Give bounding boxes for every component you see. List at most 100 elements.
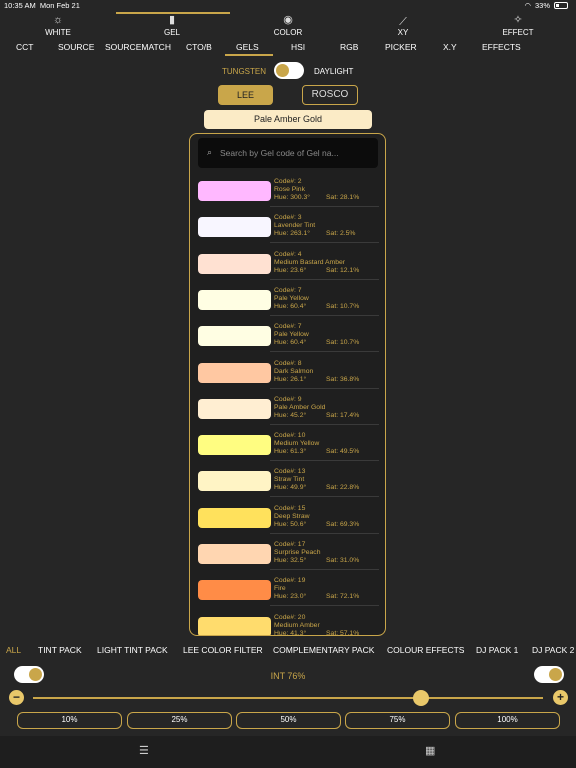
gel-list-item[interactable]: Code#: 10 Medium Yellow Hue: 61.3° Sat: 49.… [190, 432, 385, 468]
filter-all[interactable]: ALL [6, 645, 21, 655]
gel-list-item[interactable]: Code#: 8 Dark Salmon Hue: 26.1° Sat: 36.8% [190, 360, 385, 396]
gel-list-item[interactable]: Code#: 13 Straw Tint Hue: 49.9° Sat: 22.8% [190, 468, 385, 504]
gel-sat: Sat: 10.7% [326, 302, 360, 310]
gel-hue: Hue: 23.6° [274, 266, 307, 274]
gel-swatch [198, 471, 271, 492]
gel-list-item[interactable]: Code#: 15 Deep Straw Hue: 50.6° Sat: 69.3% [190, 505, 385, 541]
subtab-cto-b[interactable]: CTO/B [186, 42, 212, 52]
subtab-xy[interactable]: X.Y [443, 42, 457, 52]
gel-info: Code#: 7 Pale Yellow Hue: 60.4° Sat: 10.7% [274, 287, 384, 311]
gel-list-panel[interactable]: ⌕ Search by Gel code of Gel na... Code#:… [189, 133, 386, 636]
gel-sat: Sat: 2.5% [326, 230, 356, 238]
row-divider [270, 387, 379, 389]
subtab-source[interactable]: SOURCE [58, 42, 94, 52]
row-divider [270, 532, 379, 534]
subtab-sourcematch[interactable]: SOURCEMATCH [105, 42, 171, 52]
row-divider [270, 314, 379, 316]
row-divider [270, 423, 379, 425]
left-power-toggle[interactable] [14, 666, 44, 683]
intensity-presets: 10% 25% 50% 75% 100% [0, 712, 576, 730]
subtab-active-indicator [225, 54, 273, 56]
gel-list-item[interactable]: Code#: 17 Surprise Peach Hue: 32.5° Sat: 31… [190, 541, 385, 577]
calendar-icon[interactable]: ▦ [425, 744, 435, 757]
gel-swatch [198, 580, 271, 601]
list-icon[interactable]: ☰ [139, 744, 149, 757]
subtab-picker[interactable]: PICKER [385, 42, 417, 52]
gel-list-item[interactable]: Code#: 20 Medium Amber Hue: 41.3° Sat: 57.1… [190, 614, 385, 636]
gel-name: Pale Yellow [274, 331, 309, 339]
preset-50-button[interactable]: 50% [236, 712, 341, 729]
gel-code: Code#: 4 [274, 250, 302, 258]
sun-icon: ☼ [52, 14, 64, 26]
preset-100-button[interactable]: 100% [455, 712, 560, 729]
increase-intensity-button[interactable]: + [553, 690, 568, 705]
filter-light-tint-pack[interactable]: LIGHT TINT PACK [97, 645, 168, 655]
bottom-bar: ☰ ▦ [0, 736, 576, 768]
filter-dj-pack-1[interactable]: DJ PACK 1 [476, 645, 518, 655]
gel-hue: Hue: 23.0° [274, 593, 307, 601]
gel-swatch [198, 289, 271, 310]
filter-complementary-pack[interactable]: COMPLEMENTARY PACK [273, 645, 374, 655]
intensity-slider-track[interactable] [33, 697, 543, 699]
gel-sat: Sat: 49.5% [326, 448, 360, 456]
gel-info: Code#: 10 Medium Yellow Hue: 61.3° Sat: 49.… [274, 432, 384, 456]
subtab-hsi[interactable]: HSI [291, 42, 305, 52]
gel-info: Code#: 8 Dark Salmon Hue: 26.1° Sat: 36.8% [274, 360, 384, 384]
gel-hue: Hue: 41.3° [274, 629, 307, 636]
gel-list-item[interactable]: Code#: 3 Lavender Tint Hue: 263.1° Sat: 2.5… [190, 214, 385, 250]
gel-info: Code#: 15 Deep Straw Hue: 50.6° Sat: 69.3% [274, 505, 384, 529]
row-divider [270, 460, 379, 462]
tab-effect[interactable]: ✧ EFFECT [483, 12, 553, 37]
subtab-rgb[interactable]: RGB [340, 42, 358, 52]
rosco-button[interactable]: ROSCO [302, 85, 358, 105]
preset-75-button[interactable]: 75% [345, 712, 450, 729]
gel-name: Medium Bastard Amber [274, 258, 346, 266]
tab-color[interactable]: ◉ COLOR [253, 12, 323, 37]
gel-filter-bar: ALL TINT PACK LIGHT TINT PACK LEE COLOR … [0, 642, 576, 658]
gel-list-item[interactable]: Code#: 7 Pale Yellow Hue: 60.4° Sat: 10.7% [190, 323, 385, 359]
filter-lee-color-filter[interactable]: LEE COLOR FILTER [183, 645, 263, 655]
gel-swatch [198, 217, 271, 238]
filter-tint-pack[interactable]: TINT PACK [38, 645, 82, 655]
tungsten-daylight-row: TUNGSTEN DAYLIGHT [0, 62, 576, 80]
gel-sat: Sat: 28.1% [326, 194, 360, 201]
preset-25-button[interactable]: 25% [127, 712, 232, 729]
row-divider [270, 569, 379, 570]
gel-info: Code#: 7 Pale Yellow Hue: 60.4° Sat: 10.7% [274, 323, 384, 347]
search-input[interactable]: ⌕ Search by Gel code of Gel na... [198, 138, 378, 168]
right-power-toggle[interactable] [534, 666, 564, 683]
gel-code: Code#: 19 [274, 577, 306, 585]
gel-list-item[interactable]: Code#: 19 Fire Hue: 23.0° Sat: 72.1% [190, 577, 385, 613]
gel-name: Surprise Peach [274, 549, 321, 556]
gel-sat: Sat: 57.1% [326, 629, 360, 636]
gel-list-item[interactable]: Code#: 4 Medium Bastard Amber Hue: 23.6° Sa… [190, 250, 385, 287]
gel-info: Code#: 20 Medium Amber Hue: 41.3° Sat: 57.1… [274, 614, 384, 636]
gel-info: Code#: 2 Rose Pink Hue: 300.3° Sat: 28.1% [274, 178, 384, 202]
gel-name: Dark Salmon [274, 367, 314, 375]
magic-wand-icon: ✧ [513, 14, 523, 26]
tab-gel[interactable]: ▮ GEL [137, 12, 207, 37]
filter-dj-pack-2[interactable]: DJ PACK 2 [532, 645, 574, 655]
gel-list-item[interactable]: Code#: 7 Pale Yellow Hue: 60.4° Sat: 10.7% [190, 287, 385, 323]
gel-swatch [198, 362, 271, 383]
gel-hue: Hue: 32.5° [274, 557, 307, 564]
subtab-cct[interactable]: CCT [16, 42, 33, 52]
gel-list-item[interactable]: Code#: 9 Pale Amber Gold Hue: 45.2° Sat: 17… [190, 396, 385, 432]
gel-sat: Sat: 36.8% [326, 375, 360, 383]
decrease-intensity-button[interactable]: − [9, 690, 24, 705]
gel-swatch [198, 507, 271, 528]
tungsten-daylight-toggle[interactable] [274, 62, 304, 79]
lee-button[interactable]: LEE [218, 85, 273, 105]
subtab-effects[interactable]: EFFECTS [482, 42, 521, 52]
filter-colour-effects[interactable]: COLOUR EFFECTS [387, 645, 464, 655]
gel-sat: Sat: 72.1% [326, 593, 360, 601]
preset-10-button[interactable]: 10% [17, 712, 122, 729]
intensity-slider-thumb[interactable] [412, 690, 429, 706]
tab-xy[interactable]: ⟋ XY [368, 16, 438, 37]
gel-sat: Sat: 12.1% [326, 266, 360, 274]
tab-white[interactable]: ☼ WHITE [23, 12, 93, 37]
gel-name: Medium Yellow [274, 440, 320, 448]
gel-subtabs: CCT SOURCE SOURCEMATCH CTO/B GELS HSI RG… [0, 42, 576, 56]
subtab-gels[interactable]: GELS [236, 42, 259, 52]
gel-list-item[interactable]: Code#: 2 Rose Pink Hue: 300.3° Sat: 28.1% [190, 178, 385, 214]
